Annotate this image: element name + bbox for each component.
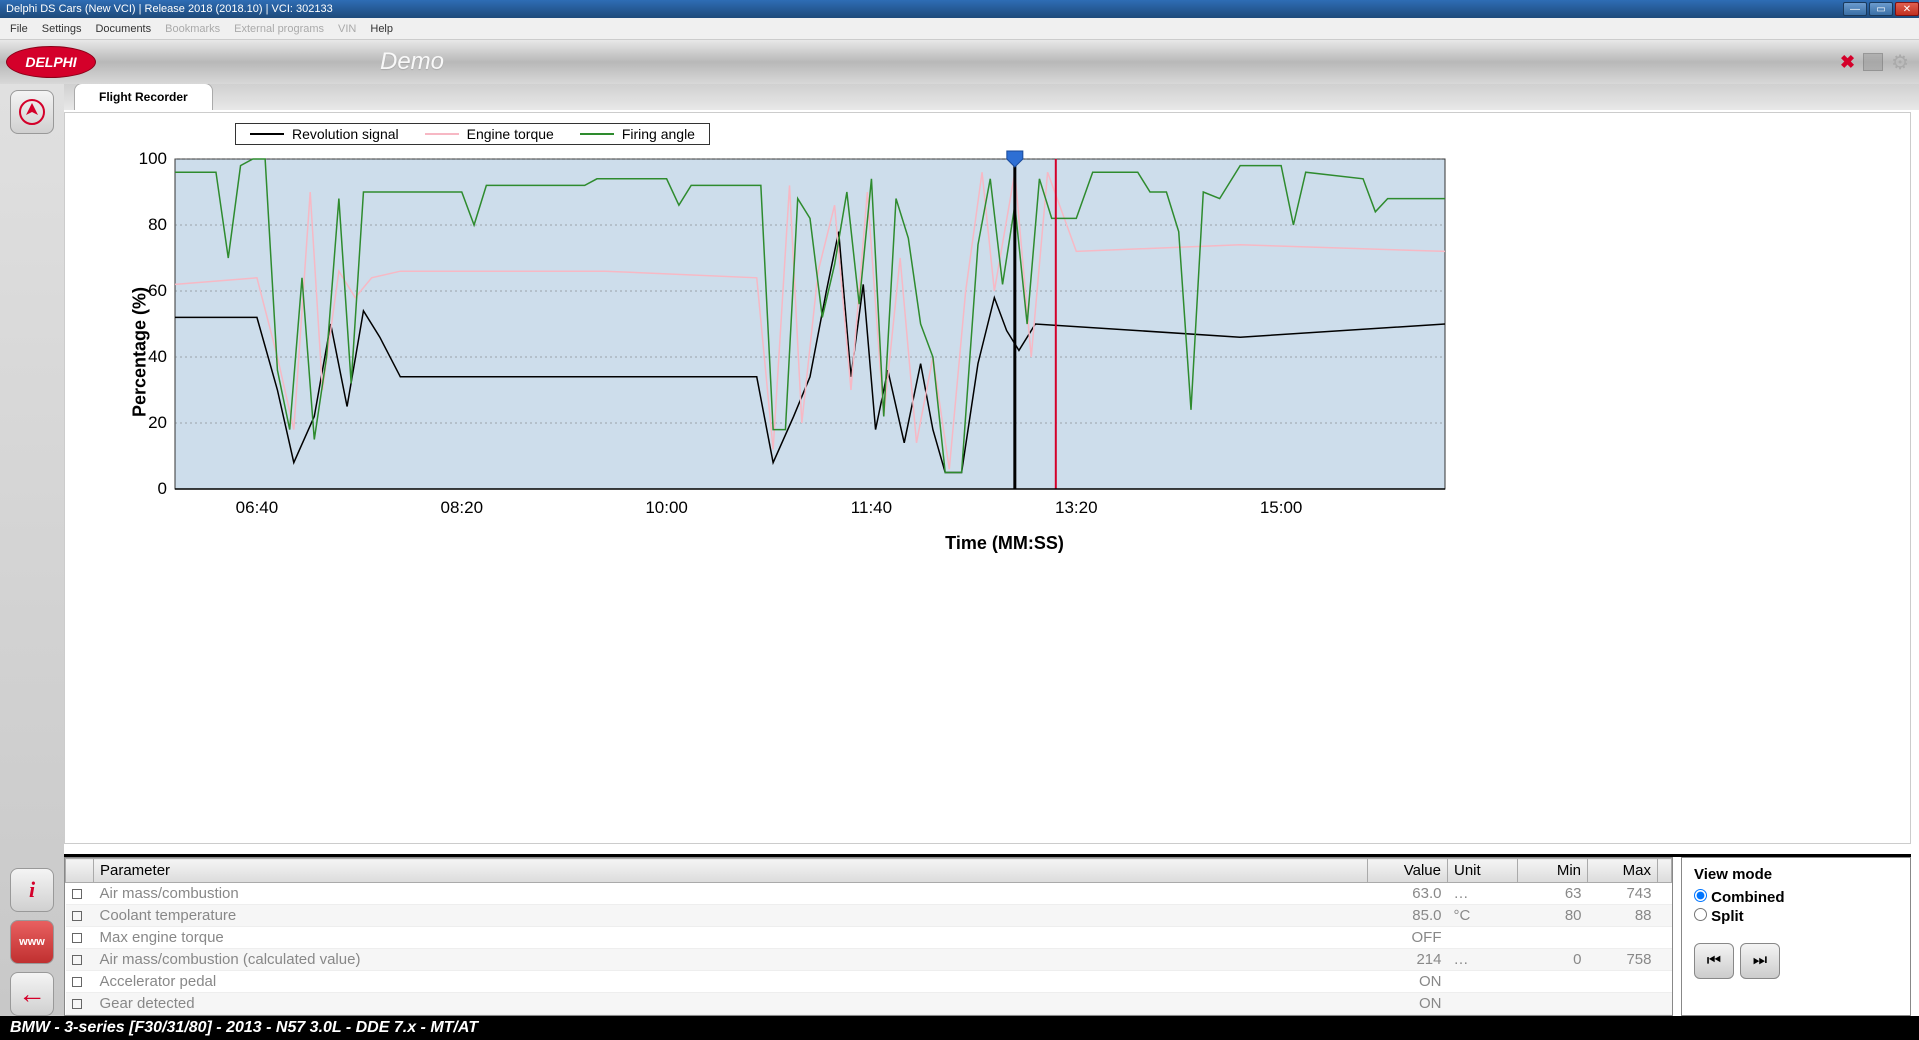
- view-mode-title: View mode: [1694, 866, 1898, 883]
- minimize-button[interactable]: —: [1843, 2, 1867, 16]
- chart-legend: Revolution signal Engine torque Firing a…: [235, 123, 710, 145]
- col-value[interactable]: Value: [1368, 859, 1448, 883]
- chart-area: Revolution signal Engine torque Firing a…: [64, 112, 1911, 844]
- svg-text:10:00: 10:00: [645, 498, 688, 517]
- delphi-logo: DELPHI: [6, 46, 96, 78]
- prev-button[interactable]: ⏮: [1694, 943, 1734, 979]
- status-bar: BMW - 3-series [F30/31/80] - 2013 - N57 …: [0, 1016, 1919, 1040]
- svg-text:80: 80: [148, 215, 167, 234]
- view-mode-combined[interactable]: Combined: [1694, 889, 1898, 906]
- table-row[interactable]: Max engine torqueOFF: [66, 927, 1672, 949]
- info-button[interactable]: i: [10, 868, 54, 912]
- toolbar-chrome: DELPHI Demo ✖ ⚙: [0, 40, 1919, 84]
- flight-recorder-button[interactable]: [10, 90, 54, 134]
- table-row[interactable]: Air mass/combustion (calculated value)21…: [66, 949, 1672, 971]
- view-mode-split[interactable]: Split: [1694, 908, 1898, 925]
- menu-help[interactable]: Help: [370, 23, 393, 35]
- window-titlebar: Delphi DS Cars (New VCI) | Release 2018 …: [0, 0, 1919, 18]
- back-button[interactable]: ←: [10, 972, 54, 1016]
- svg-text:100: 100: [139, 149, 167, 168]
- svg-text:40: 40: [148, 347, 167, 366]
- col-parameter[interactable]: Parameter: [94, 859, 1368, 883]
- legend-item: Engine torque: [467, 126, 554, 142]
- window-icon[interactable]: [1863, 53, 1883, 71]
- demo-watermark: Demo: [380, 48, 444, 76]
- svg-text:60: 60: [148, 281, 167, 300]
- table-row[interactable]: Gear detectedON: [66, 993, 1672, 1015]
- close-icon[interactable]: ✖: [1840, 52, 1855, 73]
- parameter-table: Parameter Value Unit Min Max Air mass/co…: [64, 857, 1673, 1016]
- svg-text:20: 20: [148, 413, 167, 432]
- col-unit[interactable]: Unit: [1448, 859, 1518, 883]
- svg-text:11:40: 11:40: [851, 498, 892, 517]
- next-button[interactable]: ⏭: [1740, 943, 1780, 979]
- x-axis-label: Time (MM:SS): [115, 533, 1894, 554]
- view-mode-panel: View mode Combined Split ⏮ ⏭: [1681, 857, 1911, 1016]
- svg-text:15:00: 15:00: [1260, 498, 1303, 517]
- svg-text:13:20: 13:20: [1055, 498, 1098, 517]
- sidebar: i www ←: [0, 84, 64, 1016]
- www-button[interactable]: www: [10, 920, 54, 964]
- table-row[interactable]: Air mass/combustion63.0…63743: [66, 883, 1672, 905]
- col-min[interactable]: Min: [1518, 859, 1588, 883]
- menu-external-programs: External programs: [234, 23, 324, 35]
- menu-documents[interactable]: Documents: [95, 23, 151, 35]
- legend-item: Firing angle: [622, 126, 695, 142]
- scrollbar-gutter[interactable]: [1658, 859, 1672, 883]
- maximize-button[interactable]: ▭: [1869, 2, 1893, 16]
- menu-settings[interactable]: Settings: [42, 23, 82, 35]
- svg-text:06:40: 06:40: [236, 498, 279, 517]
- menu-bar: File Settings Documents Bookmarks External p…: [0, 18, 1919, 40]
- svg-text:0: 0: [158, 479, 167, 498]
- y-axis-label: Percentage (%): [130, 286, 151, 416]
- table-row[interactable]: Coolant temperature85.0°C8088: [66, 905, 1672, 927]
- close-button[interactable]: ✕: [1895, 2, 1919, 16]
- window-title: Delphi DS Cars (New VCI) | Release 2018 …: [6, 3, 333, 15]
- col-max[interactable]: Max: [1588, 859, 1658, 883]
- chart-plot[interactable]: 0 20 40 60 80 100 06:40 08:20 10:00 11:40 13:20 15:…: [115, 149, 1455, 529]
- flight-recorder-tab[interactable]: Flight Recorder: [74, 83, 213, 110]
- menu-file[interactable]: File: [10, 23, 28, 35]
- table-row[interactable]: Accelerator pedalON: [66, 971, 1672, 993]
- menu-bookmarks: Bookmarks: [165, 23, 220, 35]
- menu-vin: VIN: [338, 23, 356, 35]
- settings-gear-icon[interactable]: ⚙: [1891, 50, 1909, 75]
- svg-text:08:20: 08:20: [441, 498, 484, 517]
- legend-item: Revolution signal: [292, 126, 399, 142]
